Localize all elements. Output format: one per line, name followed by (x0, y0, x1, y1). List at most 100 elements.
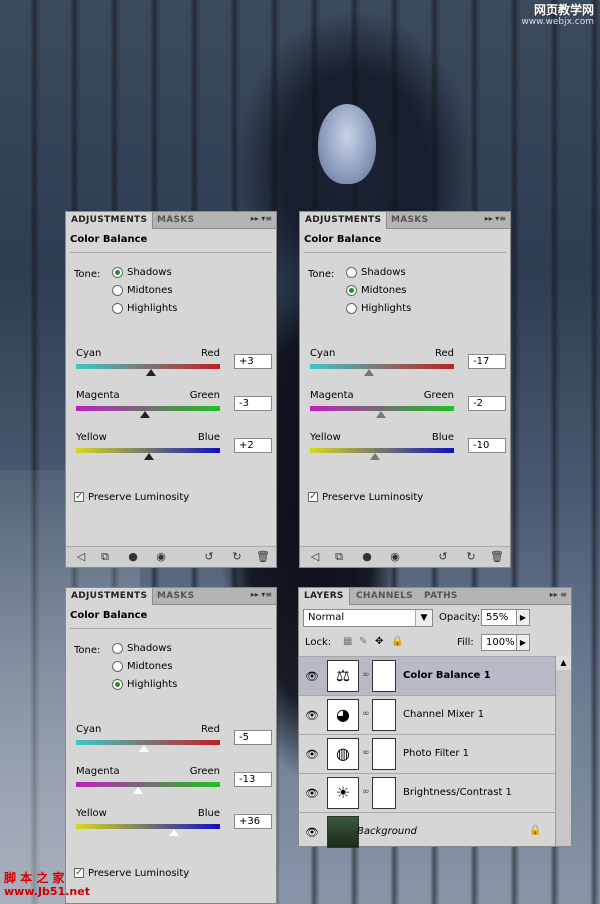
panel-menu-icon[interactable]: ▸▸ ▾≡ (485, 214, 506, 223)
slider-thumb[interactable] (132, 787, 143, 794)
color-slider-yellow[interactable] (310, 448, 454, 460)
tab-adjustments[interactable]: ADJUSTMENTS (300, 212, 388, 229)
slider-value-input[interactable]: -5 (234, 730, 272, 745)
eye-icon[interactable]: ◉ (154, 550, 168, 564)
eye-icon[interactable]: 👁 (305, 787, 319, 800)
layer-mask-thumbnail[interactable] (372, 777, 396, 809)
lock-move-icon[interactable]: ✥ (375, 636, 383, 647)
slider-thumb[interactable] (140, 411, 151, 418)
scroll-up-icon[interactable]: ▲ (556, 656, 571, 670)
radio-icon[interactable] (346, 303, 357, 314)
lock-transparent-icon[interactable]: ▦ (343, 636, 352, 647)
radio-icon[interactable] (346, 267, 357, 278)
link-icon[interactable]: ∞ (362, 709, 370, 719)
layer-name[interactable]: Channel Mixer 1 (403, 709, 484, 720)
checkbox-icon[interactable] (308, 490, 318, 503)
tab-adjustments[interactable]: ADJUSTMENTS (66, 212, 154, 229)
tab-adjustments[interactable]: ADJUSTMENTS (66, 588, 154, 605)
tab-paths[interactable]: PATHS (419, 588, 463, 604)
checkbox-icon[interactable] (74, 490, 84, 503)
tone-radio-midtones[interactable]: Midtones (346, 284, 407, 298)
eye-icon[interactable]: 👁 (305, 748, 319, 761)
layer-name[interactable]: Photo Filter 1 (403, 748, 469, 759)
fill-arrow-icon[interactable]: ▶ (516, 634, 530, 651)
tone-radio-midtones[interactable]: Midtones (112, 660, 173, 674)
color-slider-magenta[interactable] (76, 406, 220, 418)
chevron-down-icon[interactable]: ▼ (415, 610, 432, 626)
panel-menu-icon[interactable]: ▸▸ ▾≡ (251, 214, 272, 223)
tone-radio-highlights[interactable]: Highlights (112, 678, 177, 692)
panel-menu-icon[interactable]: ▸▸ ▾≡ (251, 590, 272, 599)
layer-name[interactable]: Brightness/Contrast 1 (403, 787, 512, 798)
tab-masks[interactable]: MASKS (152, 588, 199, 604)
layer-icon[interactable]: ⧉ (332, 550, 346, 564)
fill-input[interactable]: 100% (481, 634, 519, 651)
tone-radio-shadows[interactable]: Shadows (346, 266, 406, 280)
reset-prev-icon[interactable]: ↺ (202, 550, 216, 564)
slider-value-input[interactable]: -3 (234, 396, 272, 411)
slider-thumb[interactable] (144, 453, 155, 460)
slider-value-input[interactable]: -13 (234, 772, 272, 787)
layer-row[interactable]: 👁 Background 🔒 (299, 812, 555, 851)
link-icon[interactable]: ∞ (362, 748, 370, 758)
back-arrow-icon[interactable]: ◁ (308, 550, 322, 564)
color-slider-cyan[interactable] (310, 364, 454, 376)
panel-menu-icon[interactable]: ▸▸ ≡ (550, 590, 567, 599)
lock-all-icon[interactable]: 🔒 (391, 636, 403, 647)
mask-icon[interactable]: ● (360, 550, 374, 564)
radio-icon[interactable] (112, 267, 123, 278)
reset-prev-icon[interactable]: ↺ (436, 550, 450, 564)
tone-radio-shadows[interactable]: Shadows (112, 642, 172, 656)
radio-icon[interactable] (112, 285, 123, 296)
link-icon[interactable]: ∞ (362, 787, 370, 797)
tone-radio-highlights[interactable]: Highlights (112, 302, 177, 316)
opacity-input[interactable]: 55% (481, 609, 519, 626)
eye-icon[interactable]: 👁 (305, 826, 319, 839)
radio-icon[interactable] (346, 285, 357, 296)
link-icon[interactable]: ∞ (362, 670, 370, 680)
preserve-luminosity-checkbox[interactable]: Preserve Luminosity (74, 490, 189, 504)
radio-icon[interactable] (112, 679, 123, 690)
layer-row[interactable]: 👁 ◕ ∞ Channel Mixer 1 (299, 695, 555, 734)
color-slider-magenta[interactable] (76, 782, 220, 794)
layer-row[interactable]: 👁 ☀ ∞ Brightness/Contrast 1 (299, 773, 555, 812)
trash-icon[interactable]: 🗑 (490, 550, 504, 564)
reset-icon[interactable]: ↻ (230, 550, 244, 564)
eye-icon[interactable]: 👁 (305, 709, 319, 722)
slider-thumb[interactable] (369, 453, 380, 460)
blend-mode-select[interactable]: Normal ▼ (303, 609, 433, 627)
layer-name[interactable]: Background (357, 826, 417, 837)
color-slider-cyan[interactable] (76, 740, 220, 752)
slider-value-input[interactable]: -17 (468, 354, 506, 369)
color-slider-cyan[interactable] (76, 364, 220, 376)
back-arrow-icon[interactable]: ◁ (74, 550, 88, 564)
slider-value-input[interactable]: +36 (234, 814, 272, 829)
slider-thumb[interactable] (145, 369, 156, 376)
tone-radio-midtones[interactable]: Midtones (112, 284, 173, 298)
eye-icon[interactable]: ◉ (388, 550, 402, 564)
radio-icon[interactable] (112, 303, 123, 314)
reset-icon[interactable]: ↻ (464, 550, 478, 564)
tone-radio-highlights[interactable]: Highlights (346, 302, 411, 316)
eye-icon[interactable]: 👁 (305, 670, 319, 683)
layer-mask-thumbnail[interactable] (372, 660, 396, 692)
layer-row[interactable]: 👁 ⚖ ∞ Color Balance 1 (299, 656, 555, 695)
slider-thumb[interactable] (364, 369, 375, 376)
layer-icon[interactable]: ⧉ (98, 550, 112, 564)
slider-value-input[interactable]: +3 (234, 354, 272, 369)
slider-thumb[interactable] (375, 411, 386, 418)
preserve-luminosity-checkbox[interactable]: Preserve Luminosity (74, 866, 189, 880)
layer-name[interactable]: Color Balance 1 (403, 670, 491, 681)
slider-value-input[interactable]: -10 (468, 438, 506, 453)
slider-value-input[interactable]: +2 (234, 438, 272, 453)
opacity-arrow-icon[interactable]: ▶ (516, 609, 530, 626)
tone-radio-shadows[interactable]: Shadows (112, 266, 172, 280)
mask-icon[interactable]: ● (126, 550, 140, 564)
slider-thumb[interactable] (168, 829, 179, 836)
color-slider-yellow[interactable] (76, 824, 220, 836)
layers-scrollbar[interactable]: ▲ (555, 656, 571, 846)
layer-mask-thumbnail[interactable] (372, 699, 396, 731)
slider-value-input[interactable]: -2 (468, 396, 506, 411)
trash-icon[interactable]: 🗑 (256, 550, 270, 564)
color-slider-magenta[interactable] (310, 406, 454, 418)
